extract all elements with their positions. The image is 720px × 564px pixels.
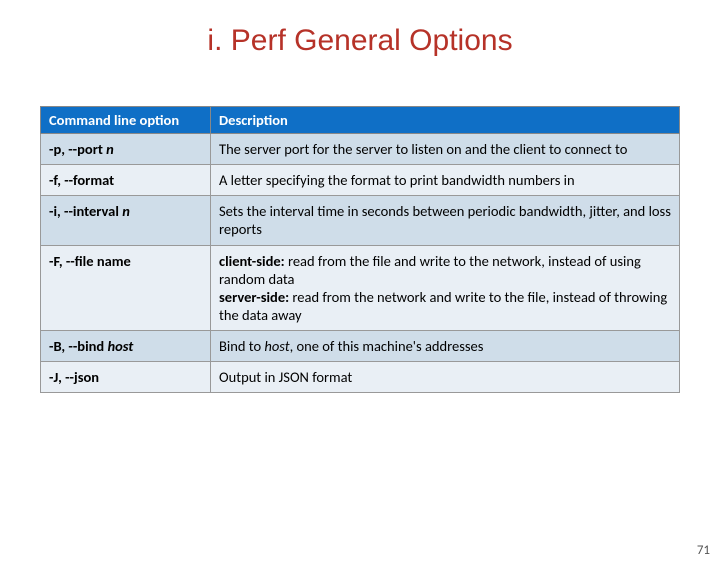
options-table: Command line option Description -p, --po… xyxy=(40,106,680,393)
table-row: -F, --file nameclient-side: read from th… xyxy=(41,245,680,331)
description-cell: Sets the interval time in seconds betwee… xyxy=(211,196,680,245)
table-row: -J, --jsonOutput in JSON format xyxy=(41,362,680,393)
table-row: -B, --bind hostBind to host, one of this… xyxy=(41,331,680,362)
description-cell: A letter specifying the format to print … xyxy=(211,165,680,196)
header-description: Description xyxy=(211,107,680,134)
description-cell: The server port for the server to listen… xyxy=(211,134,680,165)
description-cell: client-side: read from the file and writ… xyxy=(211,245,680,331)
option-cell: -p, --port n xyxy=(41,134,211,165)
option-cell: -J, --json xyxy=(41,362,211,393)
page-number: 71 xyxy=(697,543,710,558)
header-option: Command line option xyxy=(41,107,211,134)
table-row: -f, --formatA letter specifying the form… xyxy=(41,165,680,196)
table-header-row: Command line option Description xyxy=(41,107,680,134)
option-cell: -i, --interval n xyxy=(41,196,211,245)
description-cell: Bind to host, one of this machine's addr… xyxy=(211,331,680,362)
option-cell: -f, --format xyxy=(41,165,211,196)
table-row: -i, --interval nSets the interval time i… xyxy=(41,196,680,245)
page-title: i. Perf General Options xyxy=(0,24,720,58)
option-cell: -F, --file name xyxy=(41,245,211,331)
table-row: -p, --port nThe server port for the serv… xyxy=(41,134,680,165)
option-cell: -B, --bind host xyxy=(41,331,211,362)
description-cell: Output in JSON format xyxy=(211,362,680,393)
